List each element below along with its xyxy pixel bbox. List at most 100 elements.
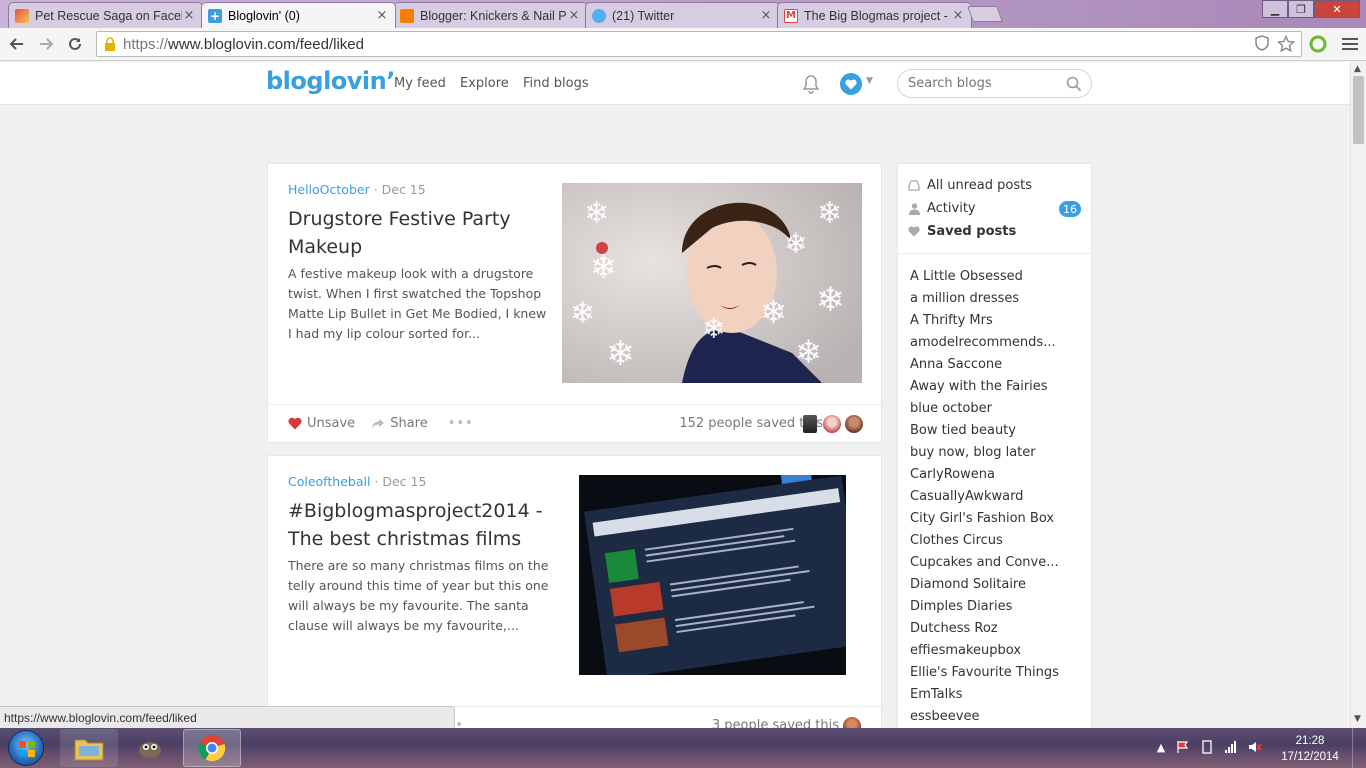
back-arrow-icon [9,38,23,50]
sidebar-item-activity[interactable]: Activity [908,201,976,216]
bloglovin-logo[interactable]: bloglovin’ [266,67,395,95]
blog-list-item[interactable]: Bow tied beauty [910,420,1085,442]
reload-button[interactable] [63,33,87,55]
post-blog-link[interactable]: Coleoftheball [288,474,370,489]
show-desktop-button[interactable] [1352,728,1366,768]
folder-icon [74,739,104,761]
tab-title: Bloglovin' (0) [228,8,300,23]
url-text: www.bloglovin.com/feed/liked [168,35,364,53]
nav-my-feed[interactable]: My feed [394,76,446,91]
blog-list-item[interactable]: City Girl's Fashion Box [910,508,1085,530]
address-bar[interactable]: https://www.bloglovin.com/feed/liked [96,31,1302,57]
avatar[interactable] [803,415,817,433]
blog-list-item[interactable]: A Little Obsessed [910,266,1085,288]
search-input[interactable] [908,76,1058,91]
more-options-button[interactable]: ••• [448,416,474,431]
link-status-bubble: https://www.bloglovin.com/feed/liked [0,706,455,728]
taskbar-clock[interactable]: 21:28 17/12/2014 [1278,733,1342,765]
saved-count[interactable]: 152 people saved this [679,416,823,431]
blog-list-item[interactable]: Dimples Diaries [910,596,1085,618]
bookmark-star-icon[interactable] [1276,34,1296,57]
svg-text:❄: ❄ [784,227,807,260]
tab-pet-rescue[interactable]: Pet Rescue Saga on Faceb × [8,2,203,28]
tab-gmail[interactable]: M The Big Blogmas project - × [777,2,972,28]
menu-icon[interactable] [1339,33,1361,55]
avatar[interactable] [823,415,841,433]
saved-count[interactable]: 3 people saved this [712,718,839,728]
search-box[interactable] [897,69,1092,98]
taskbar-gimp[interactable] [121,729,179,767]
scrollbar-thumb[interactable] [1353,76,1364,144]
share-button[interactable]: Share [371,416,428,431]
network-signal-icon[interactable] [1224,740,1238,754]
bell-icon[interactable] [801,74,823,94]
extension-icon[interactable] [1307,33,1329,55]
tab-blogger[interactable]: Blogger: Knickers & Nail P × [393,2,588,28]
post-title[interactable]: #Bigblogmasproject2014 - The best christ… [288,497,553,553]
sidebar-item-all-unread[interactable]: All unread posts [908,178,1032,193]
blog-list-item[interactable]: Ellie's Favourite Things [910,662,1085,684]
blog-list-item[interactable]: Away with the Fairies [910,376,1085,398]
blog-list-item[interactable]: essbeevee [910,706,1085,728]
post-thumbnail-tablet[interactable] [579,475,846,675]
tab-close-icon[interactable]: × [567,8,581,23]
page-scrollbar[interactable]: ▲ ▼ [1350,62,1366,728]
forward-button[interactable] [34,33,58,55]
unsave-button[interactable]: Unsave [288,416,355,431]
post-thumbnail-makeup[interactable]: ❄ ❄ ❄ ❄ ❄ ❄ ❄ ❄ ❄ ❄ [562,183,862,383]
scroll-up-arrow-icon[interactable]: ▲ [1354,64,1361,74]
volume-muted-icon[interactable] [1248,740,1262,754]
blog-list-item[interactable]: a million dresses [910,288,1085,310]
blog-list-item[interactable]: Diamond Solitaire [910,574,1085,596]
nav-explore[interactable]: Explore [460,76,509,91]
blog-list-item[interactable]: CarlyRowena [910,464,1085,486]
share-label: Share [390,416,428,431]
chevron-down-icon[interactable]: ▼ [866,76,873,86]
maximize-button[interactable]: ❐ [1288,0,1314,18]
post-card: HelloOctober · Dec 15 Drugstore Festive … [267,163,883,443]
blog-list-item[interactable]: amodelrecommends... [910,332,1085,354]
tab-close-icon[interactable]: × [759,8,773,23]
blog-list-item[interactable]: buy now, blog later [910,442,1085,464]
blog-list-item[interactable]: Clothes Circus [910,530,1085,552]
tab-twitter[interactable]: (21) Twitter × [585,2,780,28]
avatar[interactable] [845,415,863,433]
tab-close-icon[interactable]: × [182,8,196,23]
show-hidden-icons-icon[interactable]: ▲ [1154,740,1168,754]
device-icon[interactable] [1200,740,1214,754]
post-title[interactable]: Drugstore Festive Party Makeup [288,205,548,261]
share-arrow-icon [372,418,385,429]
action-center-flag-icon[interactable] [1176,740,1190,754]
blog-list-item[interactable]: Cupcakes and Conve... [910,552,1085,574]
saved-heart-button[interactable] [840,73,862,95]
avatar[interactable] [843,717,861,728]
tab-close-icon[interactable]: × [951,8,965,23]
tab-title: Blogger: Knickers & Nail P [420,8,567,23]
blog-list-item[interactable]: CasuallyAwkward [910,486,1085,508]
blog-list-item[interactable]: Dutchess Roz [910,618,1085,640]
new-tab-button[interactable] [967,6,1003,22]
blog-list-item[interactable]: effiesmakeupbox [910,640,1085,662]
blog-list-item[interactable]: Anna Saccone [910,354,1085,376]
shield-icon[interactable] [1255,35,1269,57]
sidebar-divider [898,253,1091,254]
tab-close-icon[interactable]: × [375,8,389,23]
close-window-button[interactable]: ✕ [1314,0,1360,18]
scroll-down-arrow-icon[interactable]: ▼ [1354,714,1361,724]
nav-find-blogs[interactable]: Find blogs [523,76,589,91]
taskbar-explorer[interactable] [60,729,118,767]
back-button[interactable] [5,33,29,55]
start-button[interactable] [8,730,44,766]
page-viewport: bloglovin’ My feed Explore Find blogs ▼ … [0,62,1350,728]
sidebar-item-saved-posts[interactable]: Saved posts [908,224,1016,239]
minimize-button[interactable]: ▁ [1262,0,1288,18]
taskbar-chrome[interactable] [183,729,241,767]
tab-bloglovin[interactable]: + Bloglovin' (0) × [201,2,396,28]
tab-title: The Big Blogmas project - [804,8,948,23]
search-icon[interactable] [1066,76,1082,92]
blog-list-item[interactable]: EmTalks [910,684,1085,706]
blog-list-item[interactable]: A Thrifty Mrs [910,310,1085,332]
post-blog-link[interactable]: HelloOctober [288,182,370,197]
post-card: Coleoftheball · Dec 15 #Bigblogmasprojec… [267,455,883,728]
blog-list-item[interactable]: blue october [910,398,1085,420]
